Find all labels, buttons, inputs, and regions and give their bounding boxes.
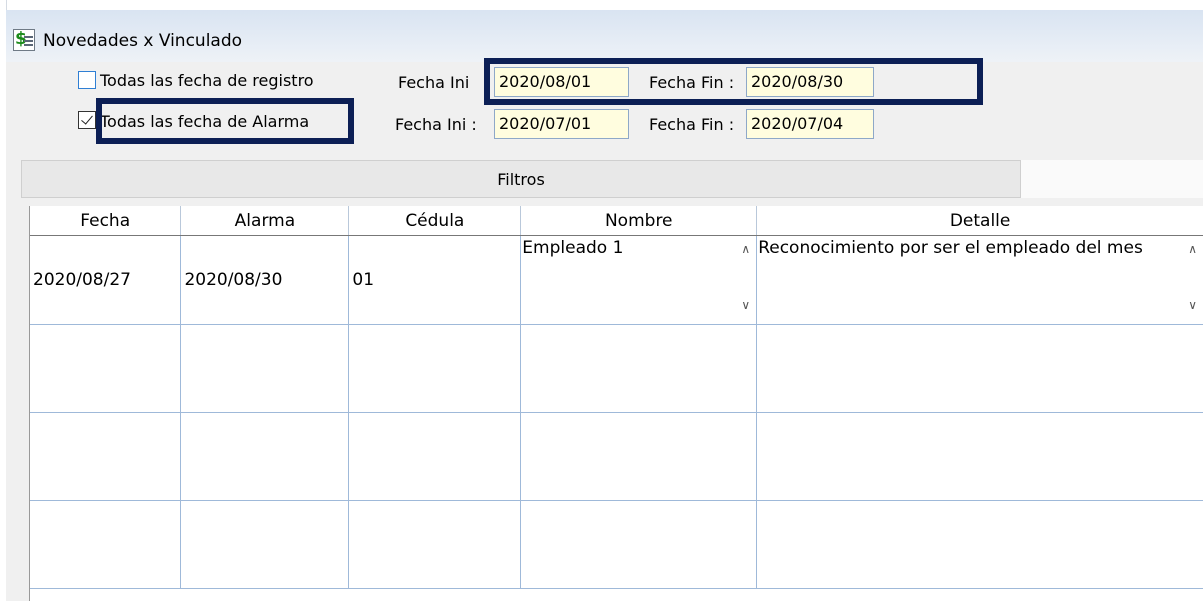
alarma-checkbox-highlight-box [96,98,354,144]
empty-cell[interactable] [30,412,182,501]
scroll-down-icon[interactable]: ∨ [741,298,750,312]
tab-filtros[interactable]: Filtros [21,160,1021,198]
dollar-document-icon: $ [13,29,35,51]
scroll-up-icon[interactable]: ∧ [741,242,750,256]
col-header-alarma[interactable]: Alarma [180,206,350,236]
empty-cell[interactable] [348,412,522,501]
table-row[interactable]: 2020/08/27 2020/08/30 01 Empleado 1 ∧ ∨ … [30,235,1203,325]
empty-cell[interactable] [520,412,758,501]
empty-cell[interactable] [180,500,350,589]
alarma-fecha-ini-input[interactable]: 2020/07/01 [494,109,629,139]
detalle-memo-text: Reconocimiento por ser el empleado del m… [758,238,1143,258]
empty-cell[interactable] [180,412,350,501]
col-header-nombre[interactable]: Nombre [520,206,758,236]
registro-fecha-ini-label: Fecha Ini [398,73,470,92]
cell-cedula[interactable]: 01 [348,235,522,325]
empty-cell[interactable] [30,500,182,589]
table-row[interactable] [30,412,1203,501]
cell-fecha[interactable]: 2020/08/27 [30,235,182,325]
empty-cell[interactable] [348,324,522,413]
novedades-grid: Fecha Alarma Cédula Nombre Detalle 2020/… [29,206,1203,601]
tab-filtros-label: Filtros [497,170,545,189]
scroll-up-icon[interactable]: ∧ [1188,242,1197,256]
tab-strip-empty-area [1020,160,1203,198]
col-header-detalle[interactable]: Detalle [756,206,1203,236]
scroll-down-icon[interactable]: ∨ [1188,298,1197,312]
registro-checkbox[interactable] [78,71,96,89]
empty-cell[interactable] [180,324,350,413]
cell-nombre[interactable]: Empleado 1 ∧ ∨ [520,235,758,325]
registro-dates-highlight-box [484,58,983,105]
table-row[interactable] [30,500,1203,589]
col-header-cedula[interactable]: Cédula [348,206,522,236]
novedades-window: $ Novedades x Vinculado Todas las fecha … [0,0,1203,601]
cell-alarma[interactable]: 2020/08/30 [180,235,350,325]
empty-cell[interactable] [348,500,522,589]
alarma-fecha-fin-input[interactable]: 2020/07/04 [746,109,874,139]
empty-cell[interactable] [756,412,1203,501]
empty-cell[interactable] [520,324,758,413]
table-row[interactable] [30,324,1203,413]
window-title: Novedades x Vinculado [43,31,243,51]
cell-detalle[interactable]: Reconocimiento por ser el empleado del m… [756,235,1203,325]
alarma-checkbox[interactable] [78,111,96,129]
alarma-fecha-fin-label: Fecha Fin : [649,115,735,134]
empty-cell[interactable] [520,500,758,589]
alarma-fecha-ini-label: Fecha Ini : [395,115,477,134]
empty-cell[interactable] [756,324,1203,413]
empty-cell[interactable] [756,500,1203,589]
nombre-memo-text: Empleado 1 [522,238,624,258]
registro-checkbox-label: Todas las fecha de registro [100,71,314,90]
col-header-fecha[interactable]: Fecha [30,206,182,236]
grid-header-row: Fecha Alarma Cédula Nombre Detalle [30,206,1203,236]
empty-cell[interactable] [30,324,182,413]
